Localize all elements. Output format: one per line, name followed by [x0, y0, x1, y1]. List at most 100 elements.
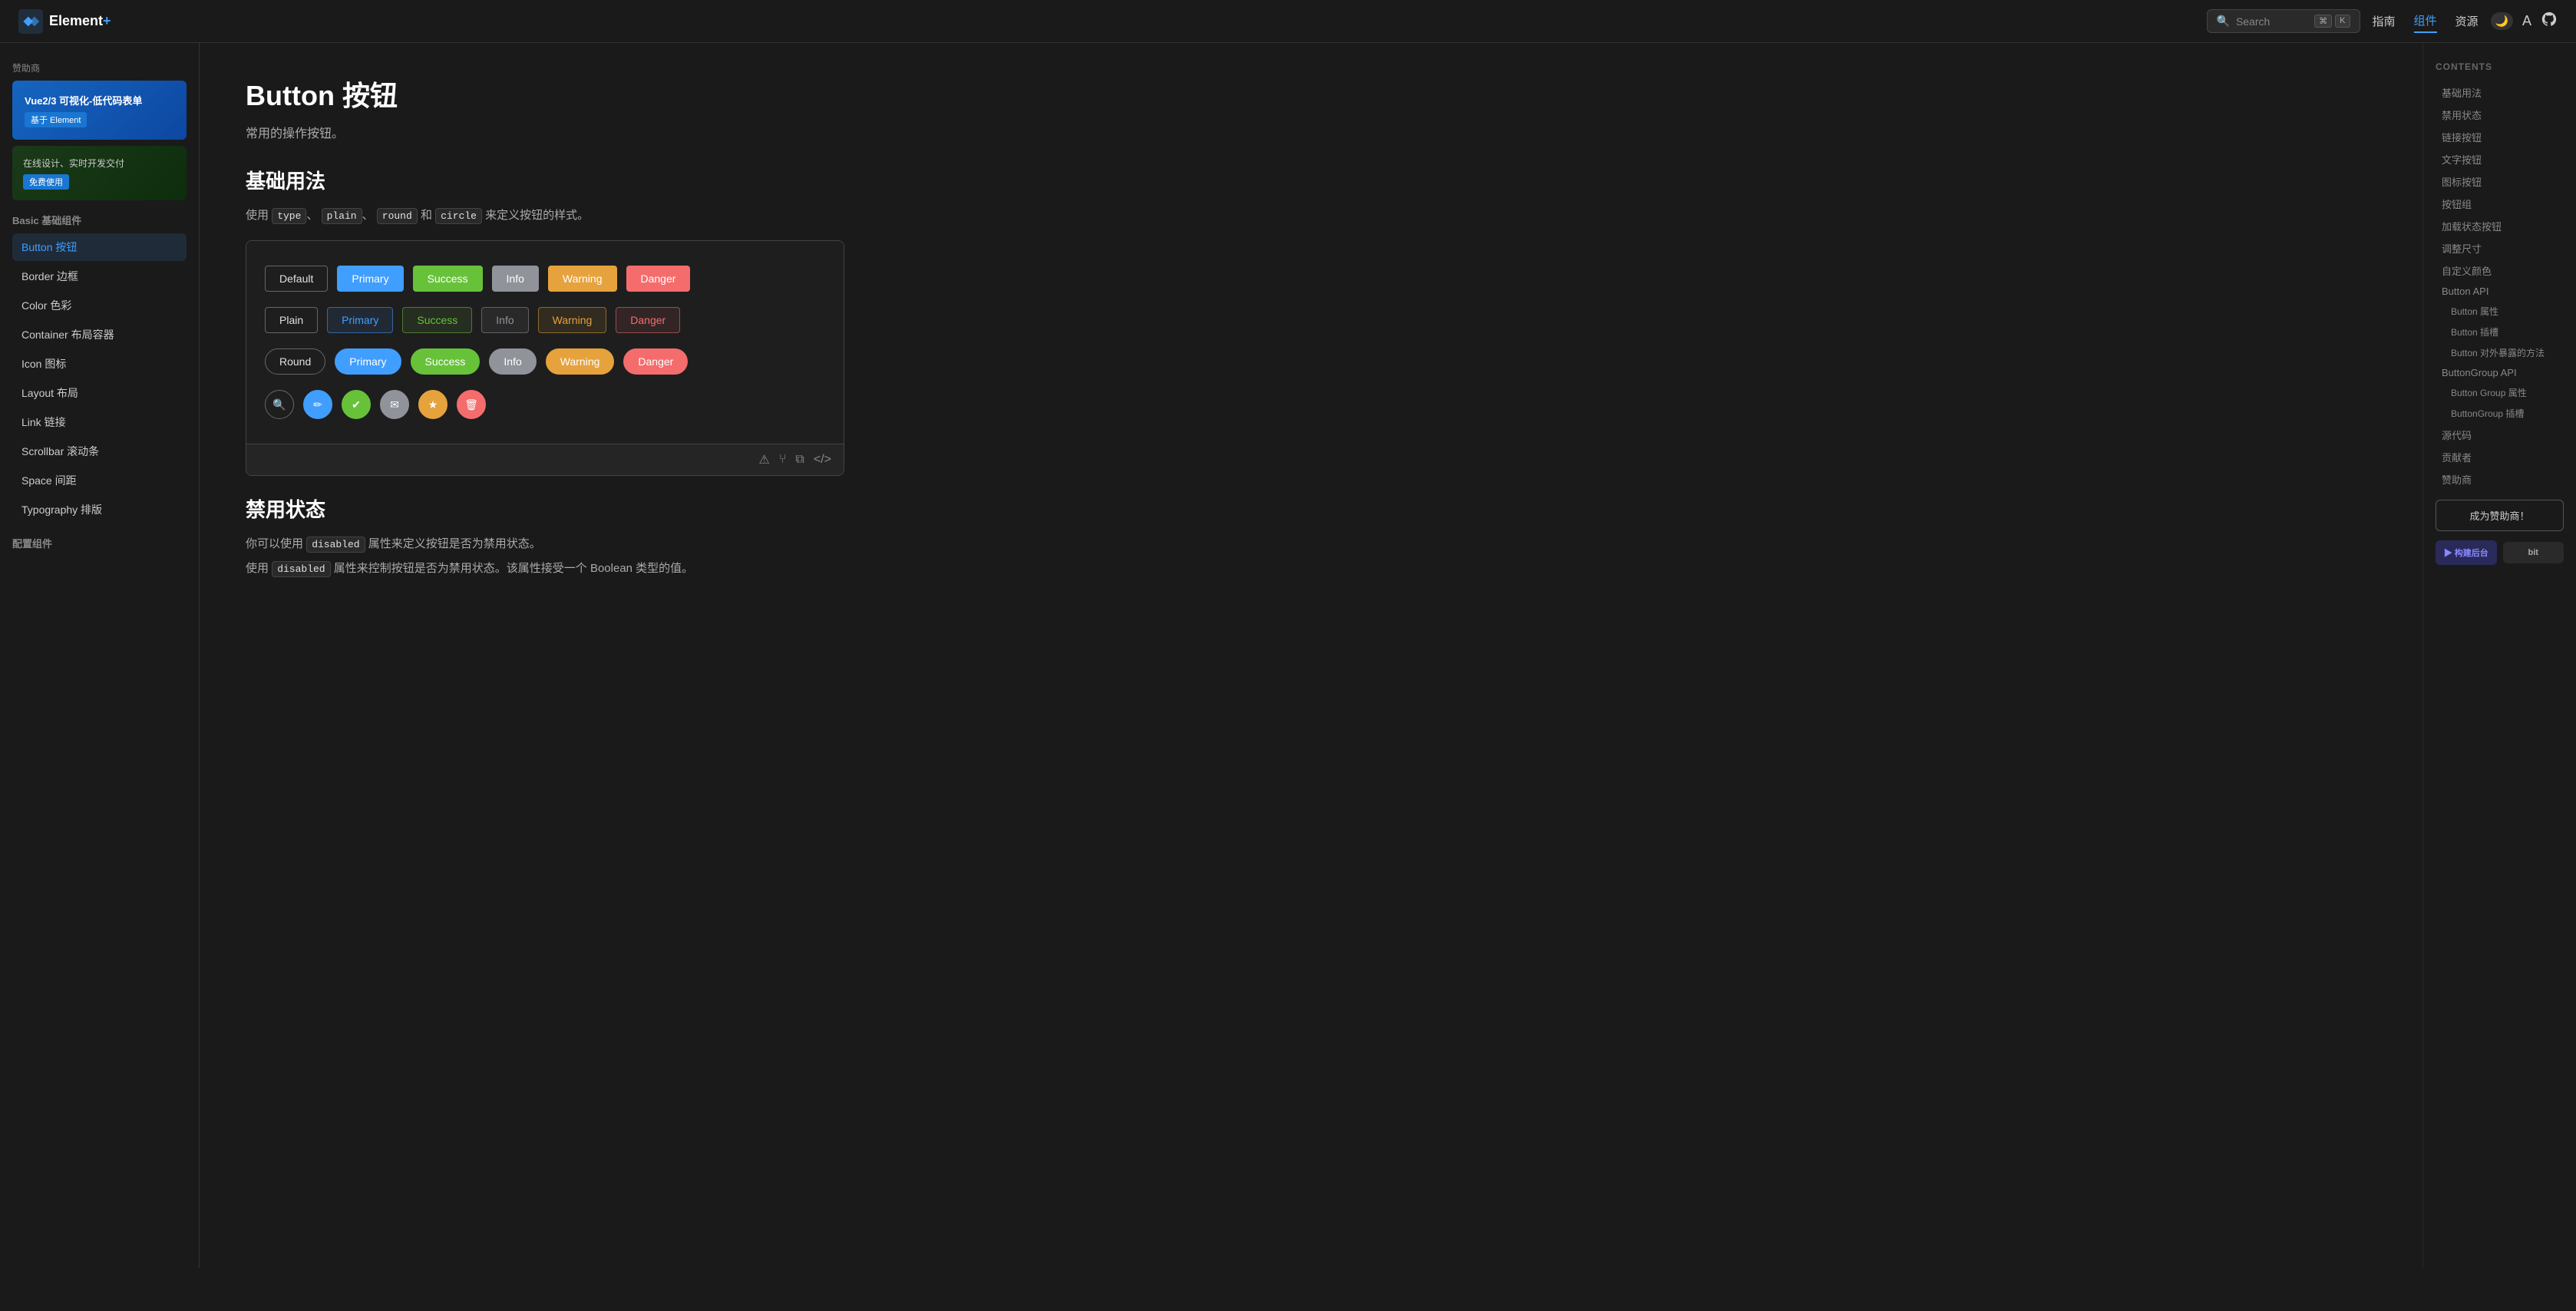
toc-title: CONTENTS — [2436, 61, 2564, 72]
toc-item-color[interactable]: 自定义颜色 — [2436, 259, 2564, 282]
ad-banner-2-title: 在线设计、实时开发交付 — [23, 157, 176, 170]
toolbar-code-icon[interactable]: </> — [814, 453, 831, 467]
btn-danger[interactable]: Danger — [626, 266, 691, 292]
section1-desc: 使用 type、 plain、 round 和 circle 来定义按钮的样式。 — [246, 206, 844, 225]
sidebar-item-typography[interactable]: Typography 排版 — [12, 496, 187, 523]
toc-item-group-slots[interactable]: ButtonGroup 插槽 — [2436, 403, 2564, 424]
section1-heading: 基础用法 — [246, 166, 844, 194]
btn-round-default[interactable]: Round — [265, 348, 325, 375]
btn-circle-delete[interactable]: 🗑 — [457, 390, 486, 419]
sponsor-logo-bit[interactable]: bit — [2503, 542, 2564, 563]
toolbar-alert-icon[interactable]: ⚠ — [758, 452, 769, 467]
demo-toolbar: ⚠ ⑂ ⧉ </> — [246, 444, 844, 475]
btn-round-success[interactable]: Success — [411, 348, 481, 375]
toc-item-disabled[interactable]: 禁用状态 — [2436, 104, 2564, 126]
btn-round-warning[interactable]: Warning — [546, 348, 615, 375]
sidebar-item-button[interactable]: Button 按钮 — [12, 233, 187, 261]
page-subtitle: 常用的操作按钮。 — [246, 123, 844, 141]
toc-item-button-attrs[interactable]: Button 属性 — [2436, 301, 2564, 322]
page-title: Button 按钮 — [246, 74, 844, 114]
btn-circle-star[interactable]: ★ — [418, 390, 447, 419]
btn-plain-warning[interactable]: Warning — [538, 307, 607, 333]
ad-banner-1-badge: 基于 Element — [25, 112, 87, 127]
toc-item-group-attrs[interactable]: Button Group 属性 — [2436, 382, 2564, 403]
logo-area[interactable]: Element+ — [18, 9, 111, 34]
main-content: Button 按钮 常用的操作按钮。 基础用法 使用 type、 plain、 … — [200, 43, 890, 615]
toc-item-size[interactable]: 调整尺寸 — [2436, 237, 2564, 259]
btn-circle-search[interactable]: 🔍 — [265, 390, 294, 419]
sidebar-item-color[interactable]: Color 色彩 — [12, 292, 187, 319]
moon-icon: 🌙 — [2495, 15, 2508, 28]
nav-link-components[interactable]: 组件 — [2414, 9, 2437, 33]
btn-plain-danger[interactable]: Danger — [616, 307, 680, 333]
sidebar-item-icon[interactable]: Icon 图标 — [12, 350, 187, 378]
btn-plain-default[interactable]: Plain — [265, 307, 318, 333]
ad-banner-1[interactable]: Vue2/3 可视化-低代码表单 基于 Element — [12, 81, 187, 140]
right-sidebar: CONTENTS 基础用法 禁用状态 链接按钮 文字按钮 图标按钮 按钮组 加载… — [2422, 43, 2576, 1268]
header: Element+ 🔍 Search ⌘ K 指南 组件 资源 🌙 A — [0, 0, 2576, 43]
sidebar-item-border[interactable]: Border 边框 — [12, 263, 187, 290]
disabled-section: 禁用状态 你可以使用 disabled 属性来定义按钮是否为禁用状态。 使用 d… — [246, 494, 844, 578]
theme-toggle[interactable]: 🌙 — [2491, 12, 2513, 30]
btn-circle-message[interactable]: ✉ — [380, 390, 409, 419]
sponsor-logos: ▶ 构建后台 bit — [2436, 540, 2564, 565]
demo-content: Default Primary Success Info Warning Dan… — [246, 241, 844, 444]
disabled-desc-2: 使用 disabled 属性来控制按钮是否为禁用状态。该属性接受一个 Boole… — [246, 560, 844, 578]
github-icon[interactable] — [2541, 11, 2558, 32]
main-nav: 指南 组件 资源 — [2373, 9, 2479, 33]
btn-round-danger[interactable]: Danger — [623, 348, 688, 375]
search-bar-text: Search — [2236, 15, 2270, 28]
toc-item-button-slots[interactable]: Button 插槽 — [2436, 322, 2564, 342]
toc-item-sponsors[interactable]: 赞助商 — [2436, 468, 2564, 490]
btn-plain-success[interactable]: Success — [402, 307, 472, 333]
nav-link-guide[interactable]: 指南 — [2373, 10, 2396, 32]
btn-plain-info[interactable]: Info — [481, 307, 528, 333]
toc-item-buttongroup-api[interactable]: ButtonGroup API — [2436, 363, 2564, 382]
btn-info[interactable]: Info — [492, 266, 539, 292]
sponsor-label: 赞助商 — [12, 61, 187, 74]
btn-warning[interactable]: Warning — [548, 266, 617, 292]
sidebar-item-scrollbar[interactable]: Scrollbar 滚动条 — [12, 438, 187, 465]
toc-item-source[interactable]: 源代码 — [2436, 424, 2564, 446]
sidebar-item-container[interactable]: Container 布局容器 — [12, 321, 187, 348]
toc-item-button-api[interactable]: Button API — [2436, 282, 2564, 301]
button-row-round: Round Primary Success Info Warning Dange… — [265, 348, 825, 375]
ad-banner-2-badge: 免费使用 — [23, 174, 69, 190]
sponsor-logo-build[interactable]: ▶ 构建后台 — [2436, 540, 2497, 565]
disabled-desc-1: 你可以使用 disabled 属性来定义按钮是否为禁用状态。 — [246, 535, 844, 553]
disabled-title: 禁用状态 — [246, 494, 844, 523]
toc-item-loading[interactable]: 加载状态按钮 — [2436, 215, 2564, 237]
toc-item-text[interactable]: 文字按钮 — [2436, 148, 2564, 170]
btn-plain-primary[interactable]: Primary — [327, 307, 393, 333]
sidebar-item-link[interactable]: Link 链接 — [12, 408, 187, 436]
btn-round-primary[interactable]: Primary — [335, 348, 401, 375]
button-row-types: Default Primary Success Info Warning Dan… — [265, 266, 825, 292]
btn-primary[interactable]: Primary — [337, 266, 403, 292]
become-sponsor-button[interactable]: 成为赞助商！ — [2436, 500, 2564, 531]
toc-item-basic[interactable]: 基础用法 — [2436, 81, 2564, 104]
search-bar[interactable]: 🔍 Search ⌘ K — [2207, 9, 2360, 33]
btn-circle-check[interactable]: ✔ — [342, 390, 371, 419]
btn-round-info[interactable]: Info — [489, 348, 536, 375]
sidebar-item-layout[interactable]: Layout 布局 — [12, 379, 187, 407]
toolbar-fork-icon[interactable]: ⑂ — [779, 453, 787, 467]
toc-item-group[interactable]: 按钮组 — [2436, 193, 2564, 215]
toolbar-copy-icon[interactable]: ⧉ — [795, 453, 804, 467]
nav-icons: 🌙 A — [2491, 11, 2558, 32]
toc-item-button-expose[interactable]: Button 对外暴露的方法 — [2436, 342, 2564, 363]
toc-item-icon[interactable]: 图标按钮 — [2436, 170, 2564, 193]
nav-link-resources[interactable]: 资源 — [2455, 10, 2479, 32]
btn-circle-edit[interactable]: ✏ — [303, 390, 332, 419]
language-icon[interactable]: A — [2522, 13, 2531, 29]
ad-banner-1-title: Vue2/3 可视化-低代码表单 — [25, 93, 174, 107]
btn-default[interactable]: Default — [265, 266, 328, 292]
left-sidebar: 赞助商 Vue2/3 可视化-低代码表单 基于 Element 在线设计、实时开… — [0, 43, 200, 1268]
sidebar-item-space[interactable]: Space 间距 — [12, 467, 187, 494]
btn-success[interactable]: Success — [413, 266, 483, 292]
toc-item-contributors[interactable]: 贡献者 — [2436, 446, 2564, 468]
ad-banner-2[interactable]: 在线设计、实时开发交付 免费使用 — [12, 146, 187, 200]
search-shortcut: ⌘ K — [2314, 15, 2350, 28]
demo-box-basic: Default Primary Success Info Warning Dan… — [246, 240, 844, 476]
toc-item-link[interactable]: 链接按钮 — [2436, 126, 2564, 148]
section-title-config: 配置组件 — [12, 536, 187, 550]
